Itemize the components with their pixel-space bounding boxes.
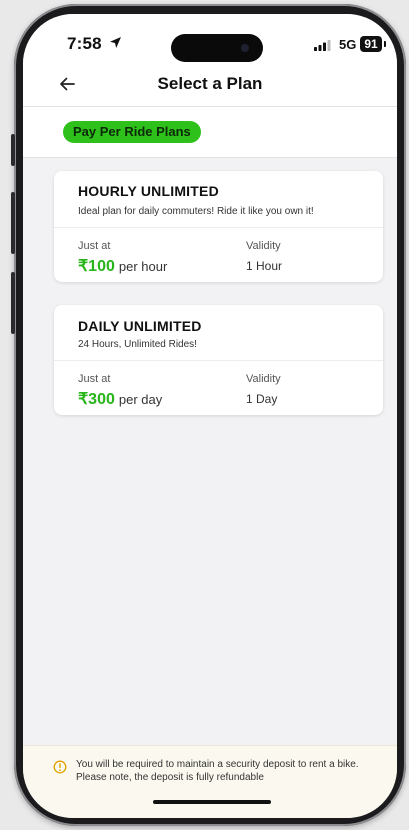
page-title: Select a Plan <box>157 74 263 93</box>
info-icon <box>53 760 67 774</box>
deposit-notice: You will be required to maintain a secur… <box>23 745 397 818</box>
plan-name: DAILY UNLIMITED <box>78 318 202 334</box>
validity-value: 1 Hour <box>246 259 283 273</box>
price-label: Just at <box>78 373 111 385</box>
plan-price: ₹100 <box>78 258 115 275</box>
price-row: ₹300 per day <box>78 389 162 409</box>
phone-volume-down <box>11 272 15 334</box>
price-unit: per day <box>118 392 163 407</box>
price-unit: per hour <box>118 259 168 274</box>
home-indicator[interactable] <box>153 800 271 804</box>
validity-label: Validity <box>246 373 281 385</box>
plan-category-pill: Pay Per Ride Plans <box>63 121 201 143</box>
phone-volume-up <box>11 192 15 254</box>
plan-card-body: Just at Validity ₹300 per day 1 Day <box>54 361 383 415</box>
header: Select a Plan <box>23 64 397 107</box>
validity-label: Validity <box>246 240 281 252</box>
notice-text: You will be required to maintain a secur… <box>76 759 359 783</box>
dynamic-island <box>171 34 263 62</box>
plan-price: ₹300 <box>78 391 115 408</box>
front-camera <box>241 44 249 52</box>
plan-description: Ideal plan for daily commuters! Ride it … <box>78 206 314 217</box>
plan-card-header: DAILY UNLIMITED 24 Hours, Unlimited Ride… <box>54 305 383 361</box>
status-bar: 7:58 5G 91 <box>23 14 397 64</box>
price-row: ₹100 per hour <box>78 256 167 276</box>
battery-icon: 91 <box>360 36 382 52</box>
plan-card-daily[interactable]: DAILY UNLIMITED 24 Hours, Unlimited Ride… <box>54 305 383 415</box>
phone-side-button <box>11 134 15 166</box>
plan-description: 24 Hours, Unlimited Rides! <box>78 339 197 350</box>
location-arrow-icon <box>110 37 121 48</box>
network-type: 5G <box>339 37 357 52</box>
status-time: 7:58 <box>67 34 102 53</box>
plan-card-hourly[interactable]: HOURLY UNLIMITED Ideal plan for daily co… <box>54 171 383 282</box>
validity-value: 1 Day <box>246 392 278 406</box>
signal-icon <box>314 40 331 51</box>
plan-card-body: Just at Validity ₹100 per hour 1 Hour <box>54 228 383 282</box>
plan-card-header: HOURLY UNLIMITED Ideal plan for daily co… <box>54 171 383 228</box>
plan-name: HOURLY UNLIMITED <box>78 183 219 199</box>
app-screen: 7:58 5G 91 Select a Plan Pay Per Ride Pl… <box>23 14 397 818</box>
price-label: Just at <box>78 240 111 252</box>
battery-tip <box>384 41 386 47</box>
section-band: Pay Per Ride Plans <box>23 107 397 158</box>
